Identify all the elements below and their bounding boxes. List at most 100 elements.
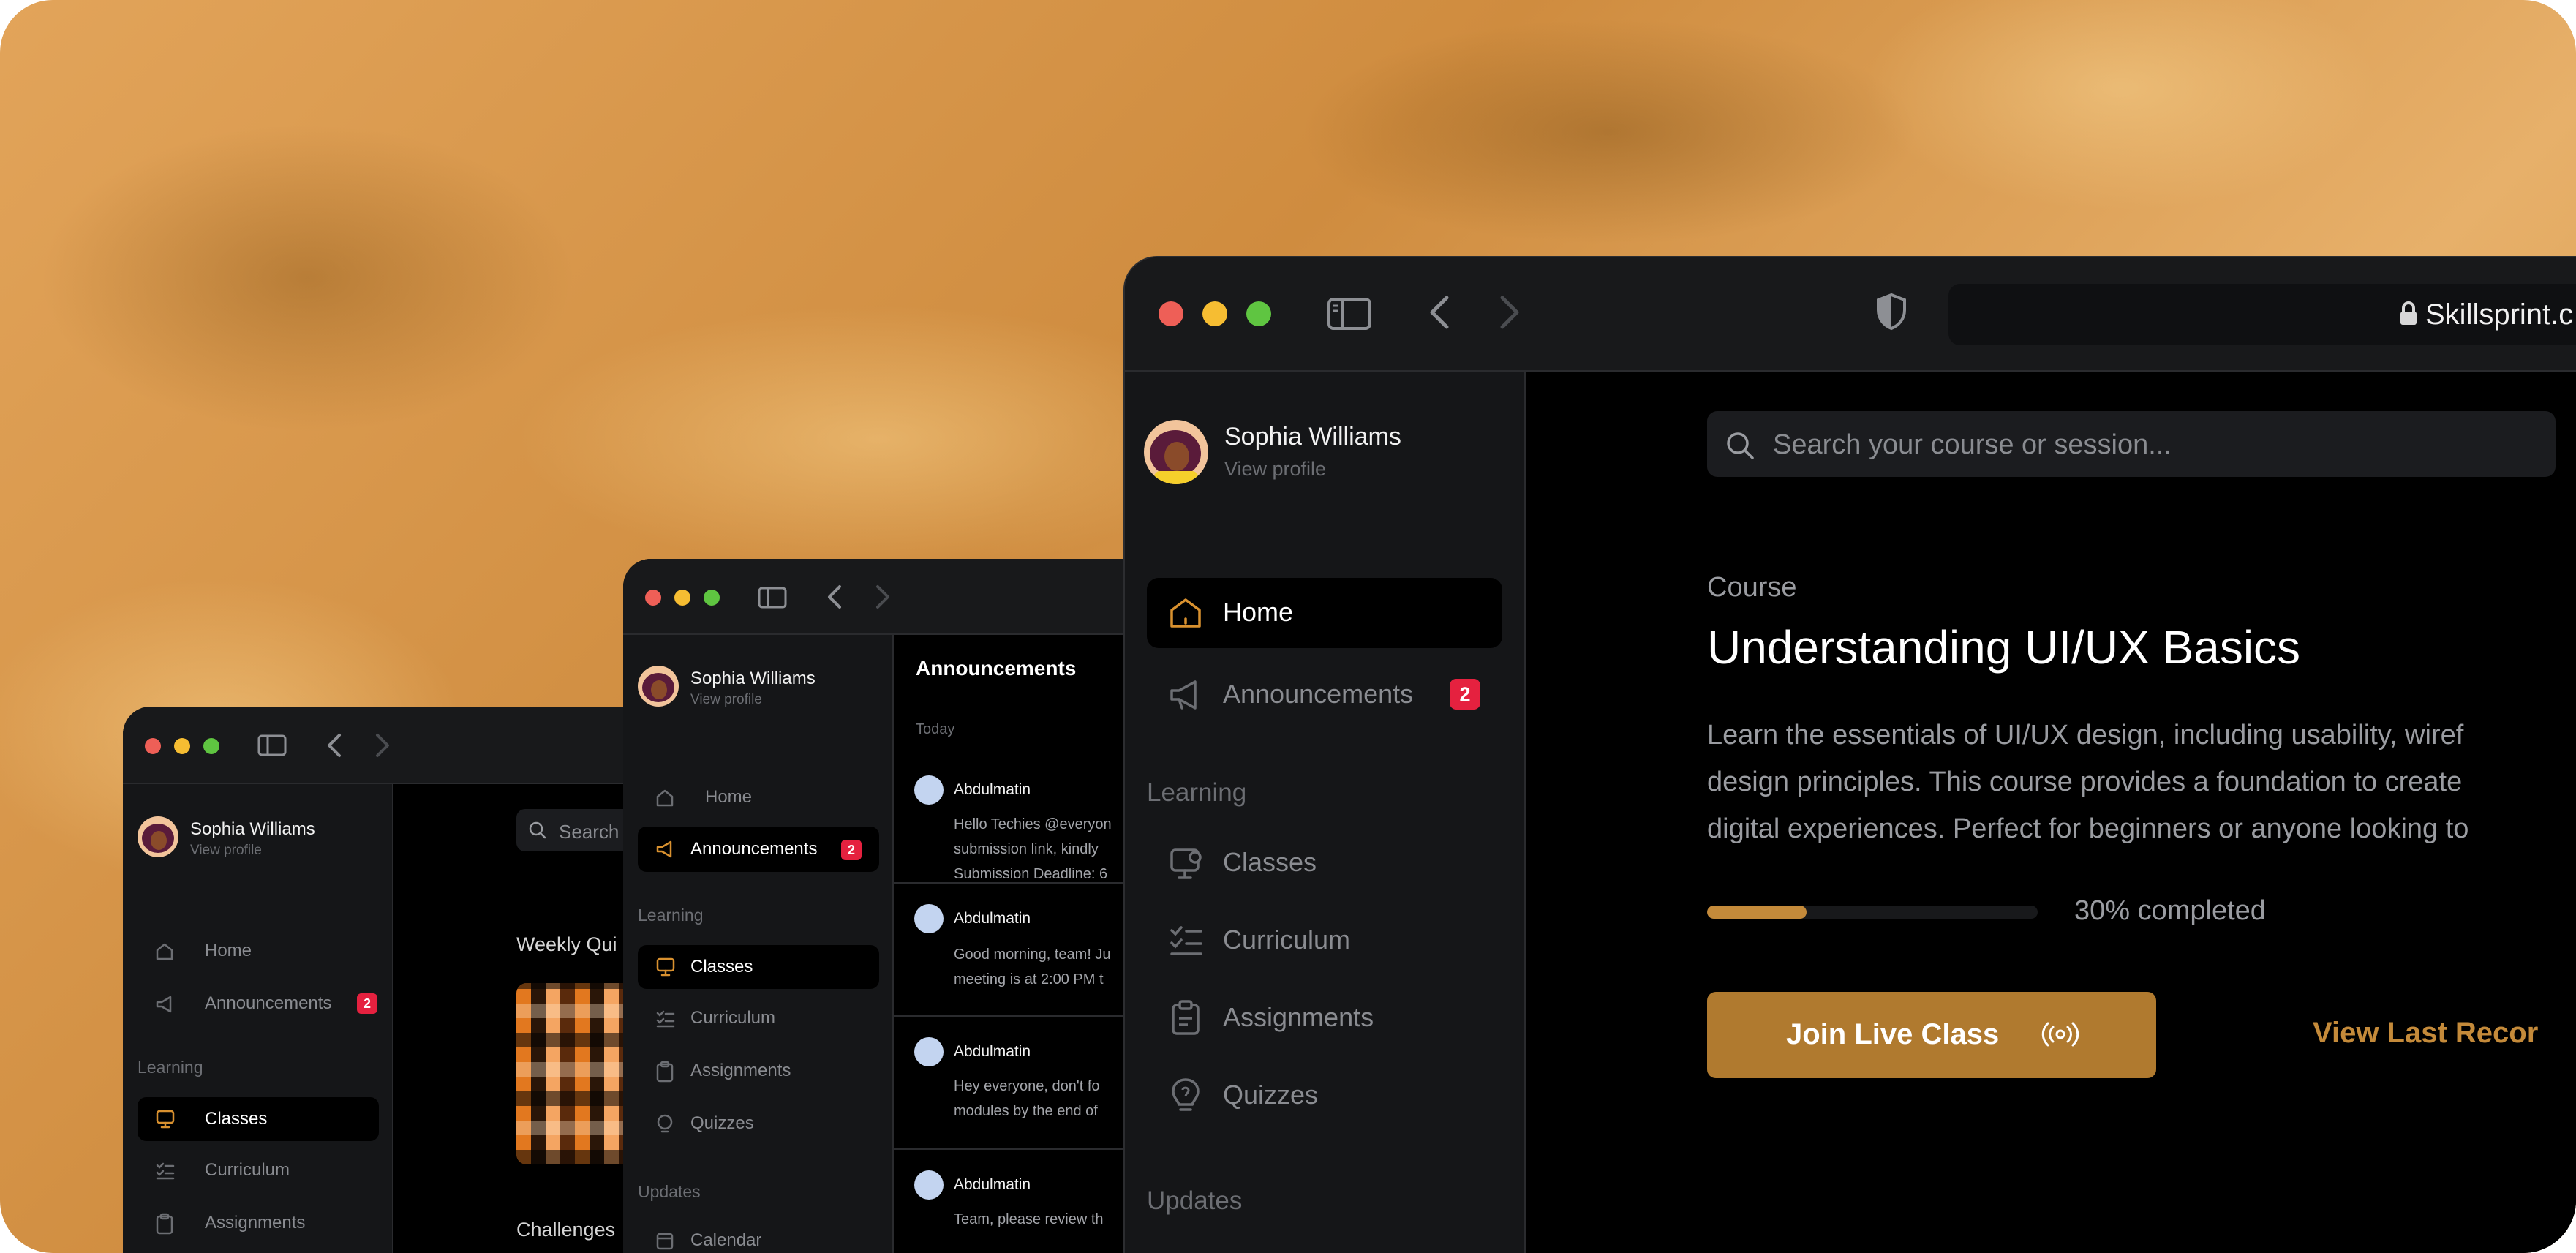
main-content: Search your course or session... Course … [1526, 372, 2576, 1253]
view-last-recording-button[interactable]: View Last Recor [2313, 1017, 2538, 1050]
nav-announcements[interactable]: Announcements 2 [638, 827, 879, 872]
address-bar[interactable]: Skillsprint.c [1948, 284, 2576, 345]
view-profile-link[interactable]: View profile [1224, 458, 1326, 481]
nav-assignments[interactable]: Assignments [638, 1050, 879, 1091]
announcement-text-line: submission link, kindly [954, 841, 1099, 857]
sidebar-toggle-icon[interactable] [1327, 297, 1372, 331]
course-description-line: design principles. This course provides … [1707, 767, 2463, 797]
home-icon [1169, 597, 1202, 629]
lightbulb-icon [1170, 1077, 1201, 1113]
lightbulb-icon [655, 1113, 674, 1135]
nav-home[interactable]: Home [638, 777, 879, 818]
profile-name[interactable]: Sophia Williams [690, 669, 816, 689]
progress-label: 30% completed [2074, 895, 2266, 926]
close-window-button[interactable] [645, 590, 661, 606]
announcements-badge: 2 [841, 840, 862, 860]
progress-bar-fill [1707, 906, 1807, 919]
sidebar: Sophia Williams View profile Home Announ… [1125, 372, 1526, 1253]
forward-icon[interactable] [374, 733, 391, 758]
nav-curriculum[interactable]: Curriculum [138, 1150, 379, 1191]
nav-assignments-label: Assignments [205, 1213, 306, 1233]
nav-announcements[interactable]: Announcements 2 [1147, 661, 1502, 727]
nav-quizzes[interactable]: Quizzes [1147, 1062, 1502, 1128]
nav-home-label: Home [1223, 597, 1294, 627]
close-window-button[interactable] [1159, 301, 1183, 326]
avatar[interactable] [1144, 420, 1208, 484]
join-live-class-button[interactable]: Join Live Class [1707, 992, 2156, 1078]
panel-title: Announcements [916, 657, 1077, 680]
search-icon [528, 821, 547, 840]
announcement-author: Abdulmatin [954, 910, 1031, 927]
maximize-window-button[interactable] [1246, 301, 1271, 326]
browser-window-course: Skillsprint.c Sophia Williams View profi… [1123, 256, 2576, 1253]
nav-announcements-label: Announcements [1223, 679, 1414, 709]
search-box[interactable]: Search your course or session... [1707, 411, 2556, 477]
announcement-author: Abdulmatin [954, 1176, 1031, 1193]
section-learning: Learning [138, 1058, 203, 1077]
forward-icon[interactable] [875, 584, 891, 609]
nav-curriculum[interactable]: Curriculum [1147, 907, 1502, 973]
profile-name[interactable]: Sophia Williams [1224, 423, 1401, 451]
sidebar-toggle-icon[interactable] [257, 734, 287, 756]
nav-home[interactable]: Home [1147, 578, 1502, 648]
nav-announcements-label: Announcements [690, 839, 818, 859]
progress-bar [1707, 906, 2038, 919]
nav-quizzes-label: Quizzes [1223, 1080, 1319, 1110]
join-live-class-label: Join Live Class [1786, 1018, 2000, 1050]
maximize-window-button[interactable] [203, 738, 219, 754]
megaphone-icon [155, 995, 176, 1014]
back-icon[interactable] [1428, 294, 1451, 331]
nav-assignments-label: Assignments [690, 1061, 791, 1080]
nav-home[interactable]: Home [138, 930, 379, 971]
shield-icon[interactable] [1875, 293, 1907, 331]
sidebar-toggle-icon[interactable] [758, 587, 787, 609]
close-window-button[interactable] [145, 738, 161, 754]
announcements-badge: 2 [1450, 679, 1480, 710]
sand-background: Sophia Williams View profile Home Announ… [0, 0, 2576, 1253]
search-placeholder: Search [559, 821, 619, 843]
maximize-window-button[interactable] [704, 590, 720, 606]
announcement-text-line: Hello Techies @everyon [954, 816, 1112, 832]
titlebar: Skillsprint.c [1125, 257, 2576, 372]
lock-icon [2399, 301, 2418, 326]
calendar-icon [655, 1230, 674, 1251]
announcements-badge: 2 [357, 993, 377, 1014]
url-text: Skillsprint.c [2425, 298, 2574, 331]
profile-name[interactable]: Sophia Williams [190, 819, 315, 840]
nav-classes[interactable]: Classes [138, 1097, 379, 1141]
quiz-thumbnail[interactable] [516, 983, 633, 1164]
view-profile-link[interactable]: View profile [190, 843, 262, 859]
nav-assignments[interactable]: Assignments [138, 1203, 379, 1243]
classes-icon [155, 1109, 176, 1129]
minimize-window-button[interactable] [174, 738, 190, 754]
announcement-author: Abdulmatin [954, 1043, 1031, 1060]
nav-classes[interactable]: Classes [638, 945, 879, 989]
view-profile-link[interactable]: View profile [690, 692, 762, 708]
nav-curriculum-label: Curriculum [690, 1008, 776, 1028]
announcement-text-line: Submission Deadline: 6 [954, 866, 1108, 882]
sidebar: Sophia Williams View profile Home Announ… [123, 784, 393, 1253]
back-icon[interactable] [326, 733, 342, 758]
group-label-today: Today [916, 721, 955, 737]
avatar[interactable] [638, 666, 679, 707]
announcement-text-line: Team, please review th [954, 1211, 1104, 1227]
nav-quizzes[interactable]: Quizzes [638, 1103, 879, 1144]
home-icon [655, 789, 674, 808]
nav-curriculum[interactable]: Curriculum [638, 998, 879, 1039]
nav-calendar[interactable]: Calendar [638, 1220, 879, 1253]
avatar [914, 904, 944, 933]
forward-icon[interactable] [1498, 294, 1521, 331]
nav-announcements[interactable]: Announcements 2 [138, 983, 379, 1024]
minimize-window-button[interactable] [1202, 301, 1227, 326]
avatar[interactable] [138, 816, 178, 857]
minimize-window-button[interactable] [674, 590, 690, 606]
nav-classes[interactable]: Classes [1147, 829, 1502, 895]
classes-icon [655, 957, 676, 977]
clipboard-icon [1170, 999, 1201, 1036]
course-eyebrow: Course [1707, 572, 1797, 603]
search-icon [1725, 430, 1755, 461]
nav-assignments[interactable]: Assignments [1147, 985, 1502, 1050]
megaphone-icon [1169, 679, 1204, 711]
back-icon[interactable] [826, 584, 843, 609]
course-description-line: digital experiences. Perfect for beginne… [1707, 813, 2469, 844]
